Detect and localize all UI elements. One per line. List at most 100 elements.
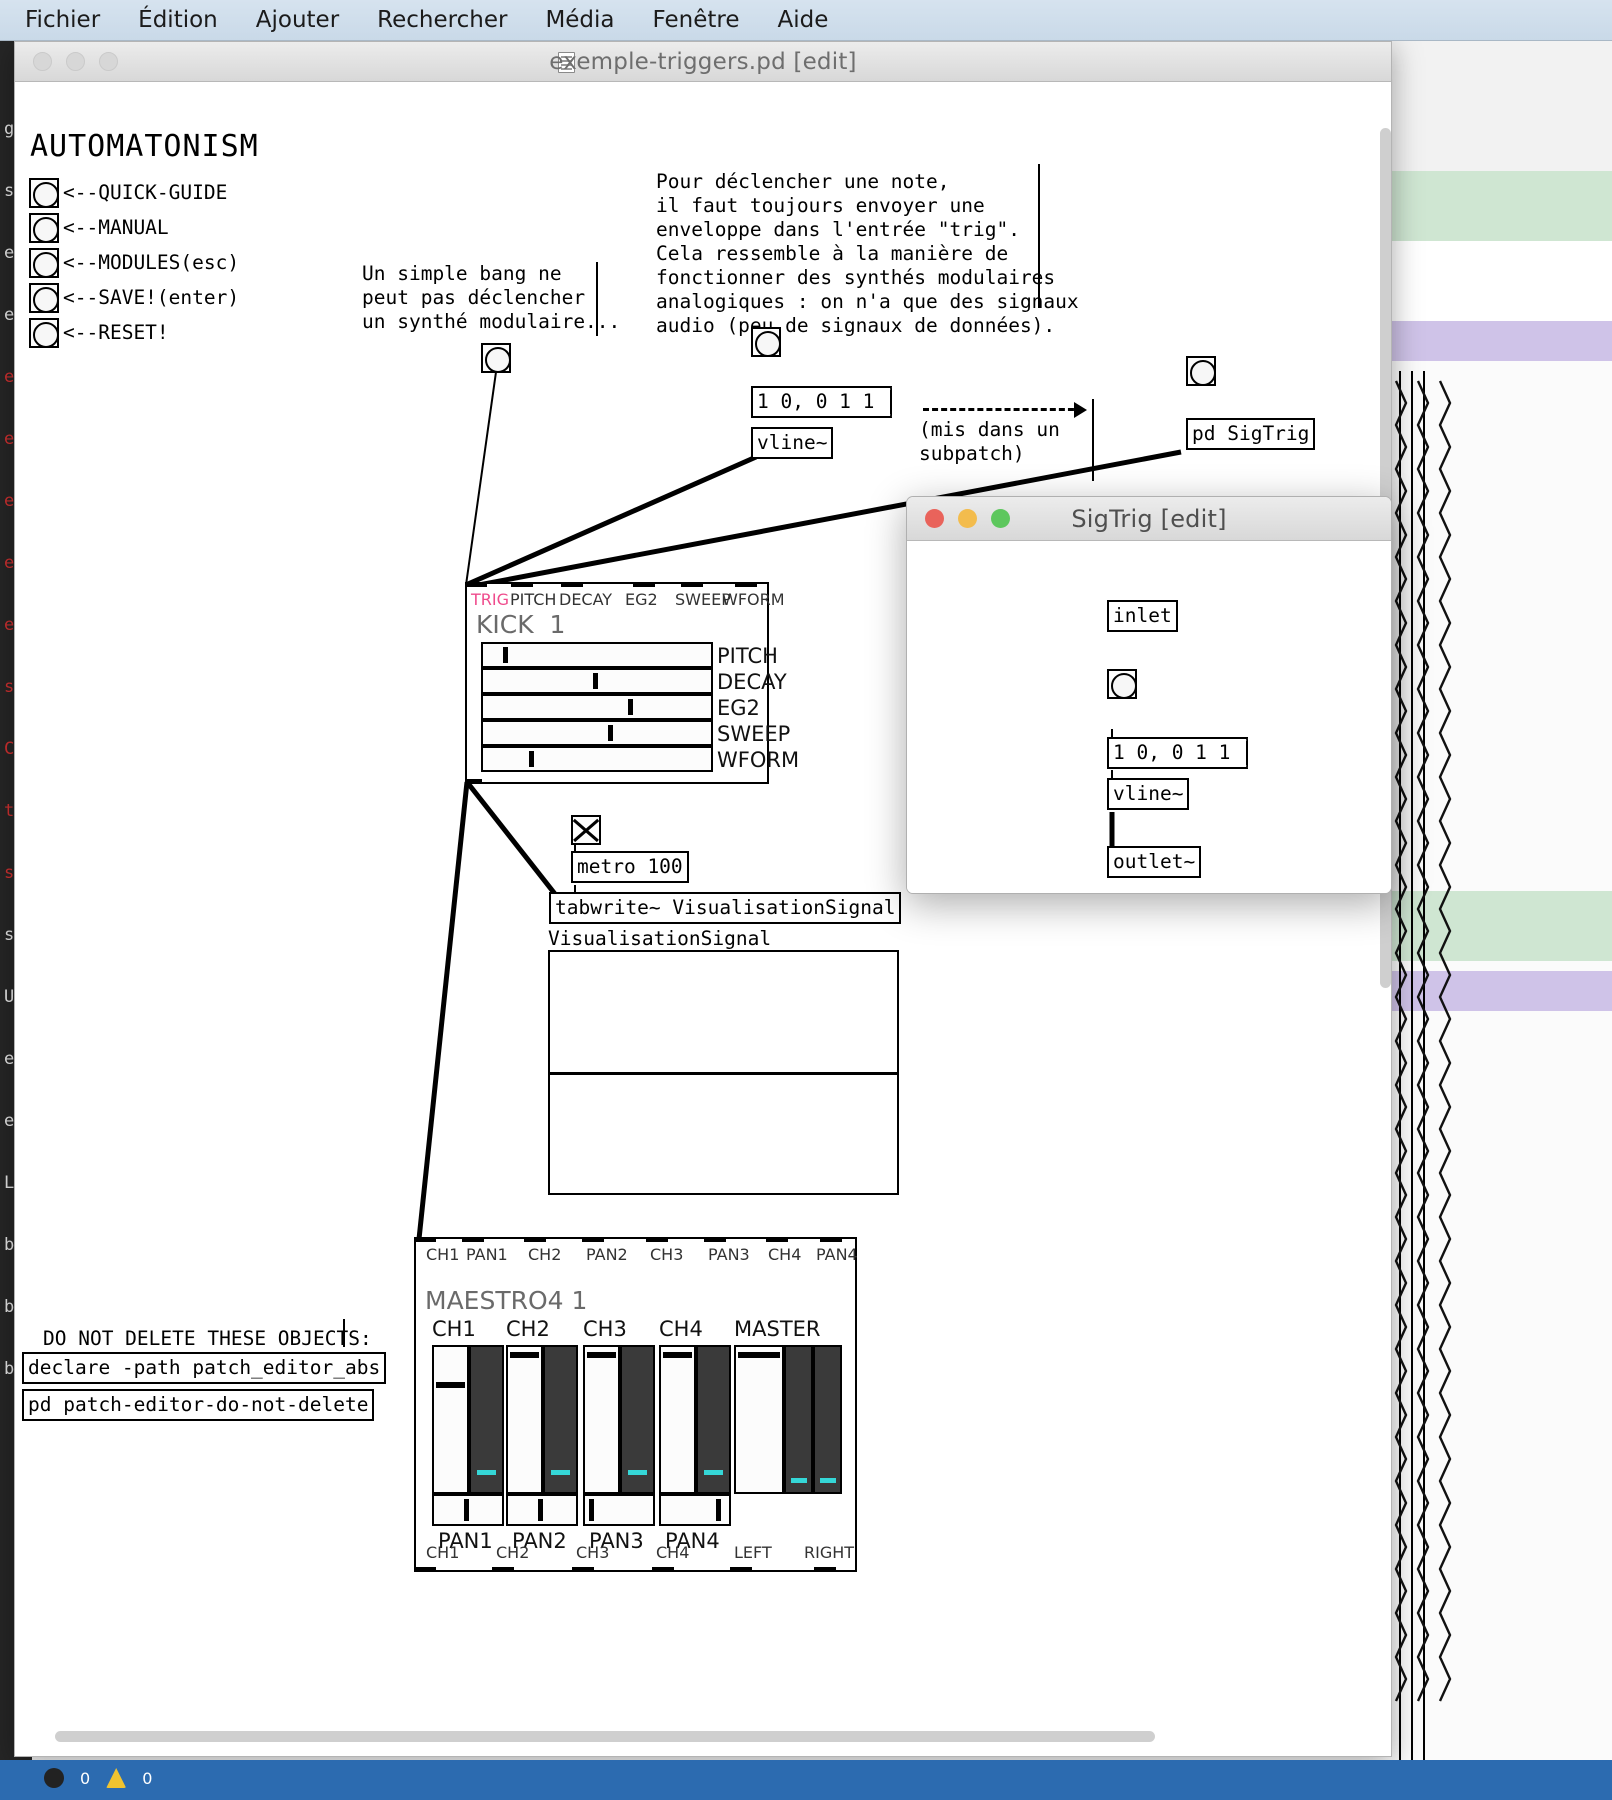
maestro-pan-pan4[interactable] [659, 1494, 731, 1526]
maestro-outlet-nub-left[interactable] [730, 1567, 752, 1572]
sigtrig-subwindow[interactable]: SigTrig [edit] inlet 1 0, 0 1 1 vline~ o… [906, 496, 1392, 894]
module-maestro4[interactable]: CH1 PAN1 CH2 PAN2 CH3 PAN3 CH4 PAN4 MAESTRO4 1 … [414, 1237, 858, 1572]
kick-slider-pitch[interactable] [481, 642, 713, 668]
slider-knob[interactable] [628, 699, 633, 715]
maestro-inlet-nub-ch3[interactable] [646, 1237, 668, 1242]
maestro-outlet-nub-ch4[interactable] [652, 1567, 674, 1572]
bang-modules[interactable] [29, 248, 59, 278]
tray-close-icon[interactable] [44, 1768, 64, 1788]
kick-inlet-nub-decay[interactable] [561, 582, 583, 587]
bang-sigtrig[interactable] [1107, 669, 1137, 699]
main-window-titlebar[interactable]: exemple-triggers.pd [edit] [15, 42, 1391, 82]
slider-knob[interactable] [593, 673, 598, 689]
sigtrig-canvas[interactable]: inlet 1 0, 0 1 1 vline~ outlet~ [907, 541, 1391, 893]
menu-ajouter[interactable]: Ajouter [237, 0, 358, 41]
fader-knob[interactable] [663, 1352, 692, 1358]
object-metro[interactable]: metro 100 [571, 851, 689, 883]
pan-knob[interactable] [716, 1499, 721, 1521]
object-vline[interactable]: vline~ [751, 427, 834, 459]
object-sigtrig-vline[interactable]: vline~ [1107, 778, 1190, 810]
object-pd-sigtrig[interactable]: pd SigTrig [1186, 418, 1316, 450]
horizontal-scrollbar[interactable] [55, 1731, 1155, 1742]
kick-inlet-nub-trig[interactable] [465, 582, 487, 587]
maestro-fader-ch1[interactable] [432, 1345, 469, 1494]
object-tabwrite[interactable]: tabwrite~ VisualisationSignal [549, 892, 902, 924]
fader-knob[interactable] [738, 1352, 780, 1358]
maestro-outlet-nub-ch2[interactable] [492, 1567, 514, 1572]
object-outlet[interactable]: outlet~ [1107, 846, 1202, 878]
maestro-inlet-nub-ch4[interactable] [766, 1237, 788, 1242]
maestro-pan-pan3[interactable] [583, 1494, 655, 1526]
system-tray[interactable]: 0 0 [44, 1768, 152, 1788]
bang-sigtrig-trigger[interactable] [1186, 356, 1216, 386]
kick-inlet-nub-eg2[interactable] [633, 582, 655, 587]
maestro-outlet-nub-right[interactable] [814, 1567, 836, 1572]
maestro-master-fader[interactable] [734, 1345, 784, 1494]
nav-label-4: <--RESET! [63, 321, 169, 344]
pan-knob[interactable] [589, 1499, 594, 1521]
kick-slider-decay[interactable] [481, 668, 713, 694]
sigtrig-close-button[interactable] [925, 509, 944, 528]
bang-manual[interactable] [29, 213, 59, 243]
bang-quick-guide[interactable] [29, 178, 59, 208]
fader-knob[interactable] [436, 1382, 465, 1388]
maestro-fader-ch2[interactable] [506, 1345, 543, 1494]
menu-dition[interactable]: Édition [119, 0, 237, 41]
message-envelope[interactable]: 1 0, 0 1 1 [751, 386, 893, 418]
maestro-outlet-nub-ch1[interactable] [414, 1567, 436, 1572]
maestro-inlet-nub-pan2[interactable] [582, 1237, 604, 1242]
slider-knob[interactable] [608, 725, 613, 741]
tray-warning-icon[interactable] [106, 1768, 127, 1788]
maestro-fader-ch4[interactable] [659, 1345, 696, 1494]
maestro-inlet-nub-pan1[interactable] [462, 1237, 484, 1242]
sigtrig-window-controls[interactable] [907, 509, 1010, 528]
sigtrig-minimize-button[interactable] [958, 509, 977, 528]
array-visualisation-signal[interactable] [548, 950, 899, 1195]
maestro-pan-pan1[interactable] [432, 1494, 504, 1526]
pan-knob[interactable] [538, 1499, 543, 1521]
maestro-inlet-nub-pan3[interactable] [704, 1237, 726, 1242]
message-sigtrig-envelope[interactable]: 1 0, 0 1 1 [1107, 737, 1249, 769]
menu-fentre[interactable]: Fenêtre [634, 0, 759, 41]
kick-inlet-nub-pitch[interactable] [511, 582, 533, 587]
kick-slider-wform[interactable] [481, 746, 713, 772]
minimize-button[interactable] [66, 52, 85, 71]
maestro-fader-ch3[interactable] [583, 1345, 620, 1494]
maestro-inlet-nub-pan4[interactable] [820, 1237, 842, 1242]
zoom-button[interactable] [99, 52, 118, 71]
maestro-pan-pan2[interactable] [506, 1494, 578, 1526]
pd-main-window[interactable]: exemple-triggers.pd [edit] AUTOMATONISM [14, 41, 1392, 1757]
object-declare[interactable]: declare -path patch_editor_abs [22, 1352, 387, 1384]
object-pd-patch-editor[interactable]: pd patch-editor-do-not-delete [22, 1389, 375, 1421]
maestro-inlet-nub-ch1[interactable] [414, 1237, 436, 1242]
kick-slider-sweep[interactable] [481, 720, 713, 746]
bang-reset[interactable] [29, 318, 59, 348]
kick-slider-eg2[interactable] [481, 694, 713, 720]
maestro-outlet-nub-ch3[interactable] [572, 1567, 594, 1572]
slider-knob[interactable] [503, 647, 508, 663]
menu-fichier[interactable]: Fichier [6, 0, 119, 41]
bang-simple[interactable] [481, 343, 511, 373]
pan-knob[interactable] [464, 1499, 469, 1521]
module-kick[interactable]: TRIG PITCH DECAY EG2 SWEEP WFORM KICK 1 PITCH… [465, 582, 799, 784]
maestro-channel-label-ch3: CH3 [583, 1317, 627, 1341]
kick-inlet-nub-wform[interactable] [735, 582, 757, 587]
taskbar[interactable]: 0 0 [0, 1760, 1612, 1800]
object-inlet[interactable]: inlet [1107, 600, 1178, 632]
sigtrig-titlebar[interactable]: SigTrig [edit] [907, 497, 1391, 541]
fader-knob[interactable] [587, 1352, 616, 1358]
menu-aide[interactable]: Aide [759, 0, 848, 41]
kick-inlet-nub-sweep[interactable] [681, 582, 703, 587]
menu-rechercher[interactable]: Rechercher [358, 0, 526, 41]
window-controls[interactable] [15, 52, 118, 71]
bang-save[interactable] [29, 283, 59, 313]
menu-mdia[interactable]: Média [526, 0, 633, 41]
close-button[interactable] [33, 52, 52, 71]
maestro-inlet-nub-ch2[interactable] [524, 1237, 546, 1242]
bang-envelope[interactable] [751, 327, 781, 357]
slider-knob[interactable] [529, 751, 534, 767]
fader-knob[interactable] [510, 1352, 539, 1358]
toggle-metro[interactable] [571, 815, 601, 845]
pd-canvas[interactable]: AUTOMATONISM <--QUICK-GUIDE <--MANUAL <--M… [15, 82, 1391, 1756]
sigtrig-zoom-button[interactable] [991, 509, 1010, 528]
